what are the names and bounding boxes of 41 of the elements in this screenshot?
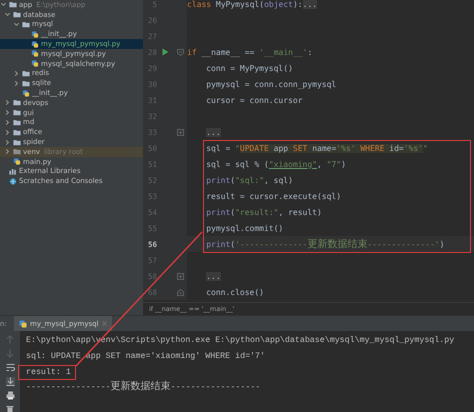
printer-icon[interactable] bbox=[6, 391, 14, 400]
chevron-icon[interactable] bbox=[4, 109, 11, 116]
code-line: print("result:", result) bbox=[206, 208, 322, 216]
wrap-icon[interactable] bbox=[6, 363, 14, 372]
code-line: class MyPymysql(object):... bbox=[187, 0, 318, 8]
code-line: conn.close() bbox=[206, 288, 264, 296]
chevron-icon[interactable] bbox=[0, 1, 7, 8]
scroll-to-end-icon[interactable] bbox=[6, 377, 14, 386]
fold-icon[interactable] bbox=[176, 48, 184, 56]
python-file-icon bbox=[19, 320, 27, 328]
code-line: conn = MyPymysql() bbox=[206, 64, 293, 72]
python-file-icon bbox=[22, 90, 30, 97]
chevron-icon[interactable] bbox=[4, 11, 11, 18]
chevron-icon[interactable] bbox=[4, 148, 11, 156]
run-icon[interactable] bbox=[162, 48, 168, 56]
chevron-icon[interactable] bbox=[4, 138, 11, 146]
code-line: result = cursor.execute(sql) bbox=[206, 192, 342, 200]
chevron-icon[interactable] bbox=[13, 20, 20, 28]
code-line: cursor = conn.cursor bbox=[206, 96, 303, 104]
code-line: print('--------------更新数据结束--------------') bbox=[206, 238, 444, 251]
chevron-icon[interactable] bbox=[4, 128, 11, 136]
code-line: sql = "UPDATE app SET name='%s' WHERE id='%s'" bbox=[206, 144, 428, 152]
globe-icon bbox=[9, 178, 17, 185]
code-line: print("sql:", sql) bbox=[206, 176, 293, 184]
bar-chart-icon bbox=[9, 168, 17, 175]
fold-icon[interactable] bbox=[176, 288, 184, 296]
code-line: sql = sql % ("xiaoming", "7") bbox=[206, 160, 346, 168]
trash-icon[interactable] bbox=[6, 405, 14, 412]
code-line: if __name__ == '__main__': bbox=[187, 48, 312, 56]
fold-icon[interactable] bbox=[176, 128, 184, 136]
code-line: pymysql.commit() bbox=[206, 224, 284, 232]
chevron-icon[interactable] bbox=[13, 70, 20, 77]
code-line: pymysql = conn.conn_pymysql bbox=[206, 80, 336, 88]
python-file-icon bbox=[13, 158, 21, 166]
chevron-icon[interactable] bbox=[4, 118, 11, 126]
console-line: -----------------更新数据结束------------------ bbox=[26, 382, 260, 394]
chevron-icon[interactable] bbox=[4, 99, 11, 106]
console-line: sql: UPDATE app SET name='xiaoming' WHERE id='7' bbox=[26, 351, 265, 362]
fold-icon[interactable] bbox=[176, 272, 184, 280]
console-line: result: 1 bbox=[26, 366, 71, 378]
chevron-icon[interactable] bbox=[13, 80, 20, 87]
